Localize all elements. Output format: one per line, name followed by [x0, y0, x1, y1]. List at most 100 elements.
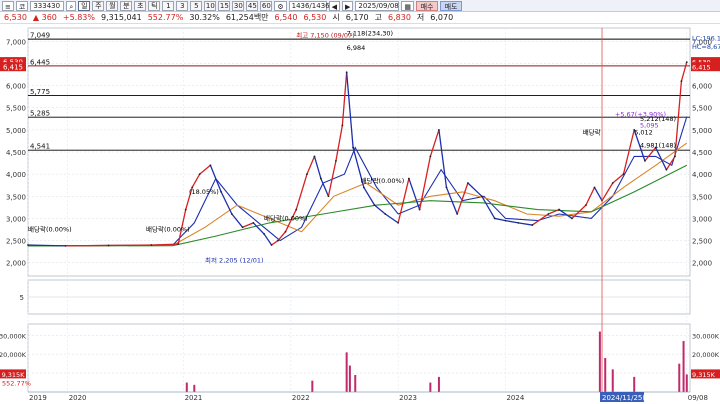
minute-45-button[interactable]: 45 — [246, 0, 259, 11]
price-point — [593, 186, 596, 189]
pane-frame — [27, 323, 691, 393]
volume-tick-label: 30,000K — [0, 332, 27, 340]
volume-bar — [598, 331, 601, 392]
volume-bar — [678, 363, 681, 392]
change-rate: +5.83% — [62, 13, 95, 22]
minute-3-button[interactable]: 3 — [176, 0, 189, 11]
price-tag: 6,415 — [3, 64, 23, 72]
minute-30-button[interactable]: 30 — [232, 0, 245, 11]
next-icon[interactable]: ▶ — [342, 0, 354, 11]
volume-bar — [611, 369, 614, 392]
period-minute-button[interactable]: 분 — [120, 0, 133, 11]
price-point — [277, 239, 279, 242]
price-point — [177, 243, 180, 246]
level-label: 7,049 — [30, 32, 50, 40]
minute-5-button[interactable]: 5 — [190, 0, 203, 11]
price-segment — [27, 244, 66, 247]
price-point — [198, 173, 201, 176]
price-point — [558, 208, 561, 211]
chart-annotation: 7,118(234,30) — [347, 30, 393, 38]
price-point — [230, 213, 233, 215]
price-point — [407, 177, 410, 180]
settings-icon[interactable]: ⚙ — [274, 0, 287, 11]
open-price: 6,170 — [345, 13, 369, 22]
price-point — [209, 164, 212, 167]
y-tick-label: 3,000 — [6, 215, 26, 223]
sell-button[interactable]: 매도 — [440, 0, 463, 11]
chart-annotation: 5,095 — [640, 122, 659, 130]
price-point — [644, 159, 646, 162]
volume-bar — [354, 375, 357, 392]
price-point — [585, 204, 587, 207]
current-price: 6,530 — [4, 13, 27, 22]
prev-icon[interactable]: ◀ — [328, 0, 340, 11]
market-select[interactable]: 코 — [15, 0, 29, 11]
volume-bar — [633, 376, 636, 392]
minute-60-button[interactable]: 60 — [260, 0, 273, 11]
right-tag: HC=8,67 — [692, 43, 720, 51]
x-tick-label: 09/08 — [688, 394, 708, 402]
period-second-button[interactable]: 초 — [134, 0, 147, 11]
volume-ratio-tag: 552.77% — [2, 379, 31, 387]
menu-button[interactable]: ≡ — [2, 0, 14, 11]
minute-1-button[interactable]: 1 — [162, 0, 175, 11]
volume-bar — [604, 358, 607, 392]
level-label: 4,541 — [30, 143, 50, 151]
calendar-icon[interactable]: ▦ — [401, 0, 415, 11]
chart-annotation: 배당락 — [583, 127, 601, 136]
price-point — [320, 177, 322, 180]
price-point — [362, 186, 365, 189]
y-tick-label: 7,000 — [6, 38, 26, 46]
x-tick-label: 2023 — [399, 394, 417, 402]
toolbar: ≡ 코 333430 ⌕ 일 주 월 분 초 틱 1 3 5 10 15 30 … — [0, 0, 720, 12]
period-day-button[interactable]: 일 — [78, 0, 91, 11]
period-month-button[interactable]: 월 — [106, 0, 119, 11]
close-price: 6,540 — [274, 13, 298, 22]
price-point — [685, 61, 688, 63]
price-point — [517, 221, 520, 224]
price-point — [270, 244, 273, 246]
minute-15-button[interactable]: 15 — [218, 0, 231, 11]
level-label: 5,775 — [30, 88, 50, 96]
price-point — [284, 230, 287, 233]
chart-annotation: 배당락(0.00%) — [146, 225, 190, 234]
open-label: 시 — [332, 13, 340, 22]
search-icon[interactable]: ⌕ — [66, 0, 77, 11]
price-point — [480, 195, 483, 198]
x-tick-label: 2022 — [292, 394, 310, 402]
price-point — [674, 155, 676, 158]
price-point — [418, 208, 421, 211]
x-tick-label: 2019 — [29, 394, 47, 402]
y-tick-label-right: 3,000 — [692, 215, 712, 223]
y-tick-label: 5,500 — [6, 105, 26, 113]
price-point — [345, 71, 348, 74]
y-tick-label-right: 6,000 — [692, 83, 712, 91]
y-tick-label-right: 5,000 — [692, 127, 712, 135]
volume-bar — [685, 374, 688, 392]
price-point — [295, 208, 298, 211]
volume-ratio: 552.77% — [147, 13, 184, 22]
period-tick-button[interactable]: 틱 — [148, 0, 161, 11]
chart-grid — [27, 27, 691, 393]
price-point — [456, 213, 459, 215]
trade-amount: 61,254백만 — [225, 13, 269, 22]
buy-button[interactable]: 매수 — [416, 0, 439, 11]
code-input[interactable]: 333430 — [30, 0, 65, 11]
price-point — [107, 244, 110, 247]
pane-frame — [27, 27, 691, 277]
price-point — [571, 217, 573, 220]
period-week-button[interactable]: 주 — [92, 0, 105, 11]
price-point — [306, 173, 308, 176]
y-tick-label: 2,000 — [6, 260, 26, 268]
volume-bar — [682, 341, 685, 392]
prev-price: 6,530 — [303, 13, 327, 22]
count-field[interactable]: 1436/1436 — [288, 0, 330, 11]
chart-annotation: 최저 2,205 (12/01) — [205, 256, 264, 265]
price-point — [335, 159, 337, 162]
price-point — [665, 168, 668, 171]
minute-10-button[interactable]: 10 — [204, 0, 217, 11]
price-point — [220, 190, 223, 193]
y-tick-label-right: 2,000 — [692, 260, 712, 268]
date-input[interactable]: 2025/09/08 — [355, 0, 400, 11]
price-chart[interactable]: 7,0496,4455,7755,2854,541 최고 7,150 (09/0… — [0, 24, 720, 404]
